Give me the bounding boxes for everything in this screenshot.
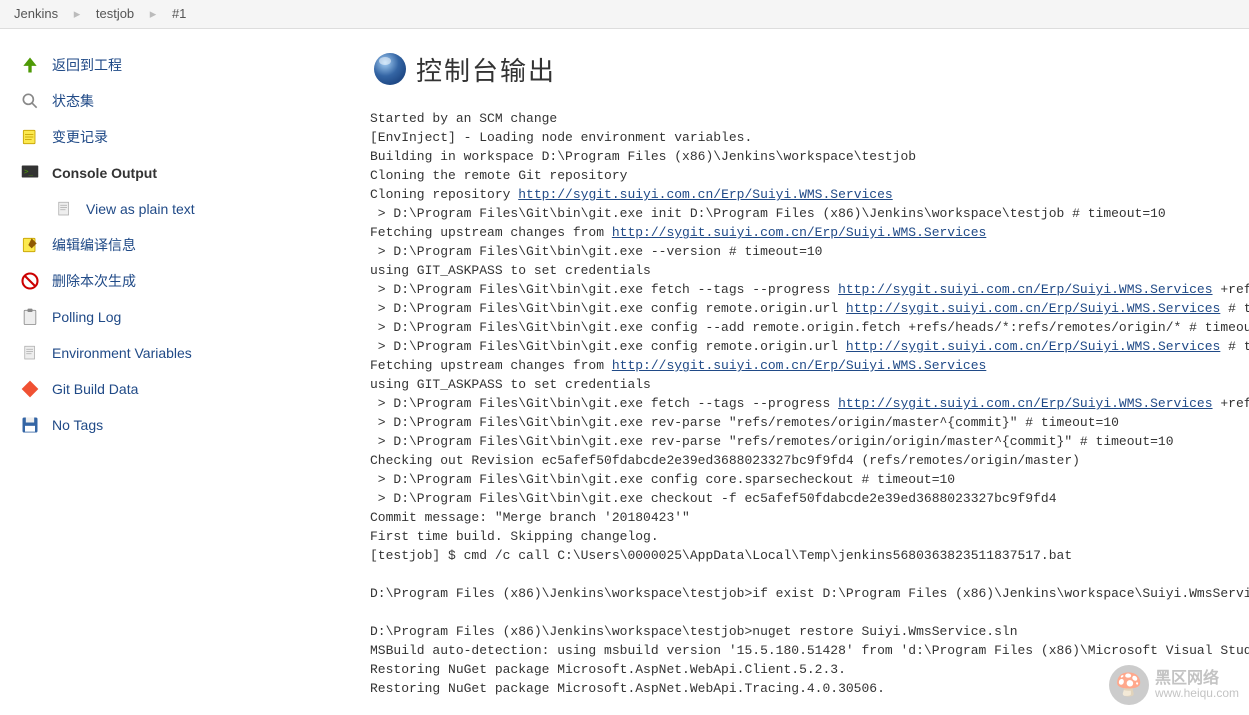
terminal-icon: >_ — [18, 161, 42, 185]
console-link[interactable]: http://sygit.suiyi.com.cn/Erp/Suiyi.WMS.… — [612, 225, 986, 240]
sidebar-item-label: No Tags — [52, 417, 103, 433]
sidebar-item-label: Environment Variables — [52, 345, 192, 361]
sidebar-item-label: Git Build Data — [52, 381, 138, 397]
git-icon — [18, 377, 42, 401]
console-link[interactable]: http://sygit.suiyi.com.cn/Erp/Suiyi.WMS.… — [612, 358, 986, 373]
sidebar-item-env-vars[interactable]: Environment Variables — [8, 335, 360, 371]
breadcrumb-jenkins[interactable]: Jenkins — [14, 6, 58, 21]
save-icon — [18, 413, 42, 437]
breadcrumb-testjob[interactable]: testjob — [96, 6, 134, 21]
sidebar-item-no-tags[interactable]: No Tags — [8, 407, 360, 443]
document-icon — [18, 341, 42, 365]
sidebar-item-label: 变更记录 — [52, 127, 108, 147]
sidebar-item-console-output[interactable]: >_ Console Output — [8, 155, 360, 191]
breadcrumb-sep-icon: ▸ — [74, 6, 81, 21]
sidebar-item-label: 删除本次生成 — [52, 271, 136, 291]
sidebar-item-label: Console Output — [52, 165, 157, 181]
main-content: 控制台输出 Started by an SCM change [EnvInjec… — [360, 29, 1249, 698]
sidebar-item-label: View as plain text — [86, 201, 195, 217]
sidebar-item-edit-build-info[interactable]: 编辑编译信息 — [8, 227, 360, 263]
sidebar-item-label: Polling Log — [52, 309, 121, 325]
sidebar-item-label: 编辑编译信息 — [52, 235, 136, 255]
console-link[interactable]: http://sygit.suiyi.com.cn/Erp/Suiyi.WMS.… — [838, 396, 1212, 411]
console-link[interactable]: http://sygit.suiyi.com.cn/Erp/Suiyi.WMS.… — [846, 339, 1220, 354]
sidebar-item-status[interactable]: 状态集 — [8, 83, 360, 119]
sidebar-item-label: 状态集 — [52, 91, 94, 111]
notepad-edit-icon — [18, 233, 42, 257]
sidebar-item-changes[interactable]: 变更记录 — [8, 119, 360, 155]
document-icon — [52, 197, 76, 221]
page-title: 控制台输出 — [370, 49, 1249, 89]
up-arrow-icon — [18, 53, 42, 77]
orb-icon — [370, 49, 410, 89]
sidebar-item-delete-build[interactable]: 删除本次生成 — [8, 263, 360, 299]
sidebar-item-polling-log[interactable]: Polling Log — [8, 299, 360, 335]
svg-text:>_: >_ — [24, 167, 34, 176]
console-link[interactable]: http://sygit.suiyi.com.cn/Erp/Suiyi.WMS.… — [838, 282, 1212, 297]
breadcrumb-build-number[interactable]: #1 — [172, 6, 186, 21]
breadcrumb-sep-icon: ▸ — [150, 6, 157, 21]
sidebar-item-git-build-data[interactable]: Git Build Data — [8, 371, 360, 407]
sidebar-item-label: 返回到工程 — [52, 55, 122, 75]
console-link[interactable]: http://sygit.suiyi.com.cn/Erp/Suiyi.WMS.… — [518, 187, 892, 202]
sidebar-item-back-to-project[interactable]: 返回到工程 — [8, 47, 360, 83]
console-link[interactable]: http://sygit.suiyi.com.cn/Erp/Suiyi.WMS.… — [846, 301, 1220, 316]
sidebar-item-view-plain-text[interactable]: View as plain text — [8, 191, 360, 227]
clipboard-icon — [18, 305, 42, 329]
no-entry-icon — [18, 269, 42, 293]
page-title-text: 控制台输出 — [416, 51, 556, 88]
breadcrumb: Jenkins ▸ testjob ▸ #1 — [0, 0, 1249, 29]
sidebar: 返回到工程 状态集 变更记录 >_ Console Output View as — [0, 29, 360, 698]
console-output: Started by an SCM change [EnvInject] - L… — [370, 109, 1249, 698]
search-icon — [18, 89, 42, 113]
notepad-icon — [18, 125, 42, 149]
